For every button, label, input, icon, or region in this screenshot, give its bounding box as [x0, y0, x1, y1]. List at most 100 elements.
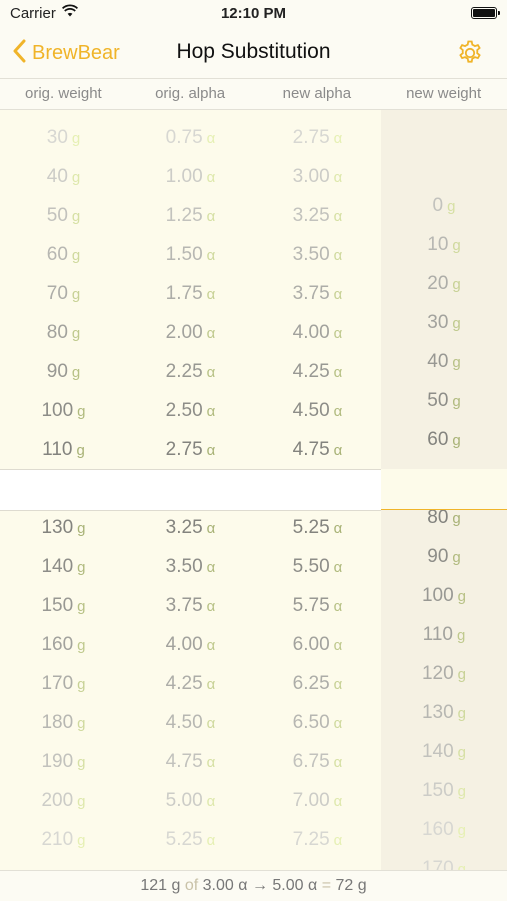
picker-unit: α	[333, 286, 343, 303]
picker-row[interactable]: 60 g	[381, 425, 507, 455]
picker-value: 90	[427, 546, 449, 567]
picker-value: 100	[41, 400, 74, 421]
picker-row[interactable]: 5.00α	[127, 786, 254, 816]
picker-row[interactable]: 5.25 α	[127, 825, 254, 855]
picker-value: 1.25	[165, 205, 203, 226]
picker-row[interactable]: 110 g	[0, 435, 127, 465]
picker-row[interactable]: 3.25 α	[127, 513, 254, 543]
picker-row[interactable]: 160 g	[0, 630, 127, 660]
picker-row[interactable]: 120g	[381, 659, 507, 689]
picker-row[interactable]: 1.25 α	[127, 201, 254, 231]
picker-row[interactable]: 1.50 α	[127, 240, 254, 270]
picker-value: 40	[427, 351, 449, 372]
picker-row[interactable]: 4.25 α	[127, 669, 254, 699]
picker-row[interactable]: 4.00 α	[254, 318, 381, 348]
picker-row[interactable]: 130 g	[0, 513, 127, 543]
picker-row[interactable]: 3.75 α	[254, 279, 381, 309]
picker-unit: α	[206, 793, 216, 810]
picker-value: 4.75	[165, 751, 203, 772]
picker-unit: g	[452, 432, 461, 449]
picker-row[interactable]: 50 g	[0, 201, 127, 231]
picker-row[interactable]: 150 g	[381, 776, 507, 806]
picker-row[interactable]: 5.25 α	[254, 513, 381, 543]
picker-row[interactable]: 160 g	[381, 815, 507, 845]
picker-row[interactable]: 50 g	[381, 386, 507, 416]
summary-new-alpha: 5.00 α	[272, 877, 318, 894]
picker-unit: α	[206, 442, 216, 459]
picker-unit: α	[206, 403, 216, 420]
picker-row[interactable]: 6.75 α	[254, 747, 381, 777]
picker-row[interactable]: 170 g	[381, 854, 507, 870]
picker-row[interactable]: 20 g	[381, 269, 507, 299]
picker-value: 3.50	[292, 244, 330, 265]
picker-row[interactable]: 3.25 α	[254, 201, 381, 231]
picker-row[interactable]: 7.00 α	[254, 786, 381, 816]
picker-row[interactable]: 130 g	[381, 698, 507, 728]
picker-unit: g	[71, 208, 81, 225]
picker-unit: α	[333, 832, 343, 849]
picker-row[interactable]: 70g	[0, 279, 127, 309]
picker-row[interactable]: 140 g	[381, 737, 507, 767]
picker-unit: g	[77, 403, 86, 420]
picker-row[interactable]: 2.75 α	[127, 435, 254, 465]
picker-row[interactable]: 5.75 α	[254, 591, 381, 621]
picker-row[interactable]: 2.50 α	[127, 396, 254, 426]
picker-row[interactable]: 7.25 α	[254, 825, 381, 855]
picker-value: 180	[41, 712, 74, 733]
picker-row[interactable]: 2.75 α	[254, 123, 381, 153]
picker-value: 170	[41, 673, 74, 694]
picker-row[interactable]: 6.50 α	[254, 708, 381, 738]
picker-row[interactable]: 140 g	[0, 552, 127, 582]
picker-row[interactable]: 4.50 α	[127, 708, 254, 738]
picker-value: 130	[41, 517, 74, 538]
picker-row[interactable]: 1.00 α	[127, 162, 254, 192]
picker-row[interactable]: 3.00α	[254, 162, 381, 192]
picker-row[interactable]: 180 g	[0, 708, 127, 738]
picker-row[interactable]: 40 g	[381, 347, 507, 377]
picker-row[interactable]: 0.75 α	[127, 123, 254, 153]
picker-unit: g	[71, 169, 81, 186]
picker-unit: g	[447, 198, 456, 215]
picker-row[interactable]: 4.50 α	[254, 396, 381, 426]
picker-row[interactable]: 90 g	[381, 542, 507, 572]
picker-row[interactable]: 6.00 α	[254, 630, 381, 660]
picker-row[interactable]: 150 g	[0, 591, 127, 621]
picker-row[interactable]: 3.75 α	[127, 591, 254, 621]
picker-unit: g	[71, 325, 81, 342]
picker-unit: α	[206, 364, 216, 381]
picker-row[interactable]: 10 g	[381, 230, 507, 260]
picker-unit: α	[333, 676, 343, 693]
picker-row[interactable]: 2.25 α	[127, 357, 254, 387]
picker-row[interactable]: 2.00 α	[127, 318, 254, 348]
picker-row[interactable]: 30 g	[0, 123, 127, 153]
picker-row[interactable]: 3.50 α	[254, 240, 381, 270]
picker-row[interactable]: 190 g	[0, 747, 127, 777]
picker-row[interactable]: 110 g	[381, 620, 507, 650]
picker-row[interactable]: 100 g	[0, 396, 127, 426]
gear-icon[interactable]	[455, 38, 485, 68]
picker-row[interactable]: 4.75 α	[254, 435, 381, 465]
picker-row[interactable]: 4.75 α	[127, 747, 254, 777]
picker-unit: g	[456, 627, 466, 644]
picker-row[interactable]: 30 g	[381, 308, 507, 338]
picker-row[interactable]: 40 g	[0, 162, 127, 192]
picker-row[interactable]: 0g	[381, 191, 507, 221]
picker-value: 70	[46, 283, 68, 304]
picker-row[interactable]: 100 g	[381, 581, 507, 611]
picker-row[interactable]: 6.25 α	[254, 669, 381, 699]
picker-row[interactable]: 90 g	[0, 357, 127, 387]
picker-row[interactable]: 4.00 α	[127, 630, 254, 660]
picker-row[interactable]: 5.50 α	[254, 552, 381, 582]
picker-row[interactable]: 170 g	[0, 669, 127, 699]
picker-row[interactable]: 200 g	[0, 786, 127, 816]
header-orig-weight: orig. weight	[25, 85, 102, 102]
picker-row[interactable]: 80 g	[0, 318, 127, 348]
picker-unit: g	[452, 354, 461, 371]
picker-row[interactable]: 3.50 α	[127, 552, 254, 582]
picker-row[interactable]: 4.25 α	[254, 357, 381, 387]
picker-area: 30g40g50g60g70g80g90g100g110g120g130g140…	[0, 110, 507, 870]
picker-row[interactable]: 1.75 α	[127, 279, 254, 309]
picker-value: 10	[427, 234, 449, 255]
picker-row[interactable]: 210 g	[0, 825, 127, 855]
picker-row[interactable]: 60 g	[0, 240, 127, 270]
